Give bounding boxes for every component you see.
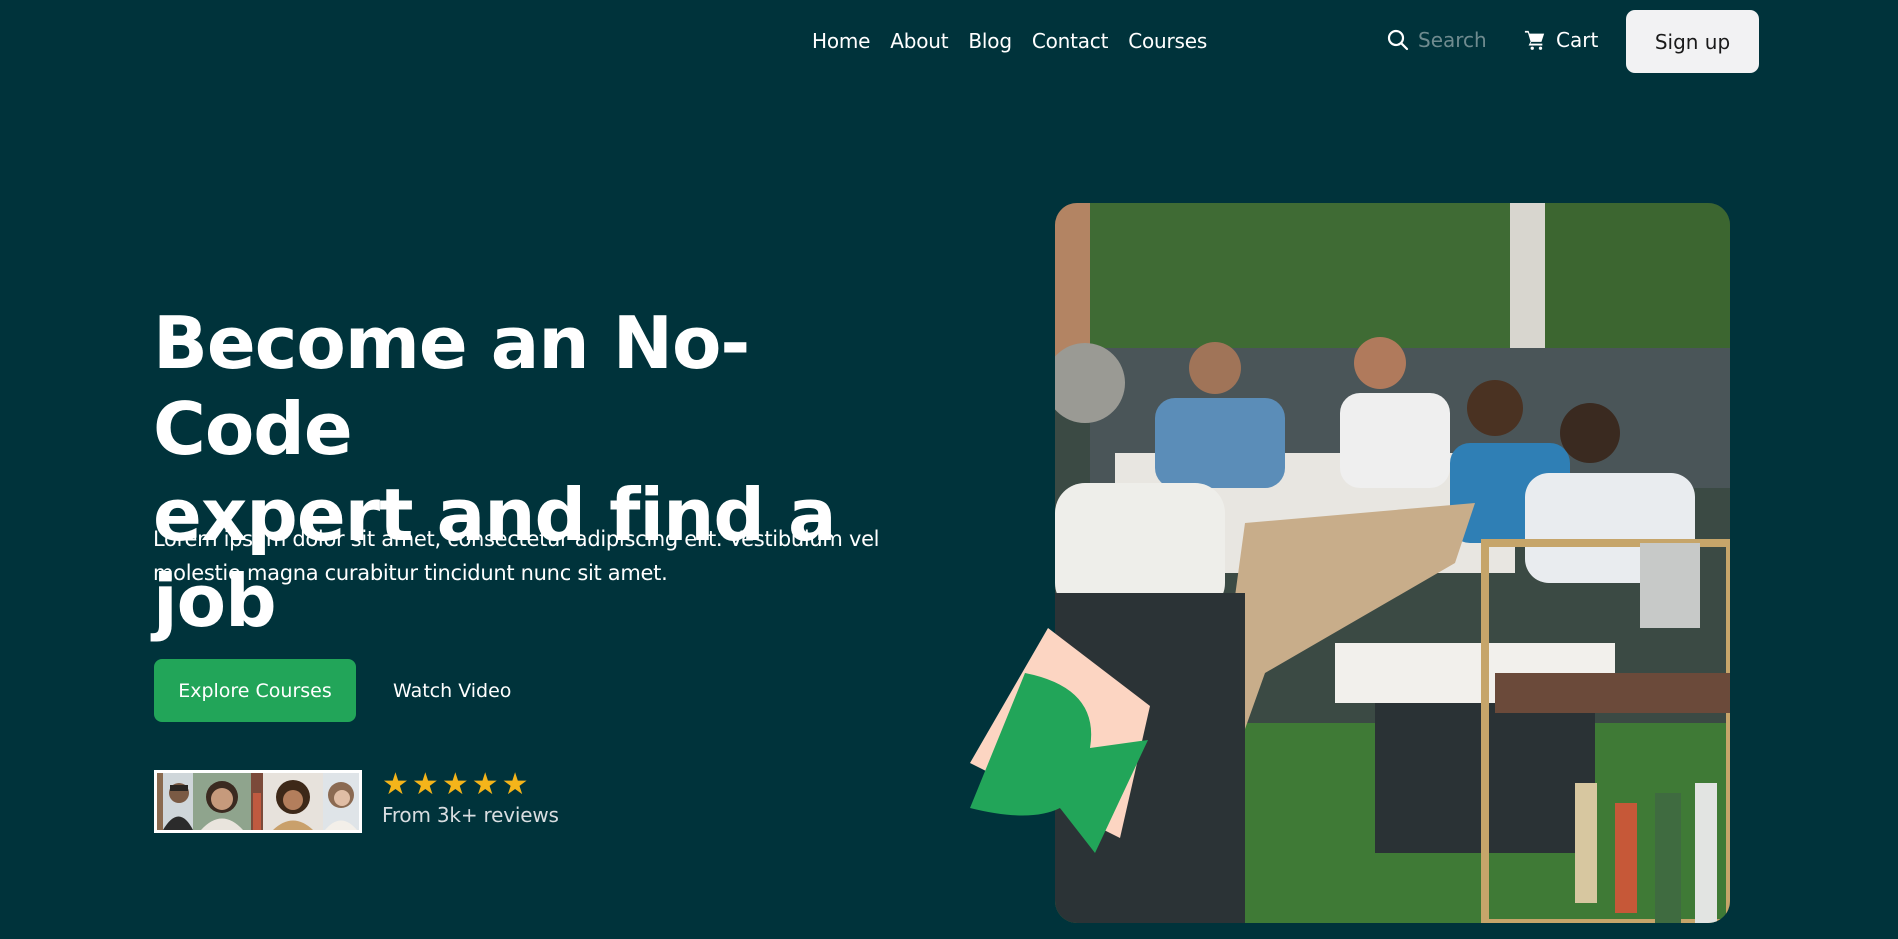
hero-title-line1: Become an No-Code (153, 301, 750, 471)
cart-label: Cart (1556, 28, 1599, 52)
hero-title: Become an No-Code expert and find a job (153, 300, 913, 644)
nav-links: Home About Blog Contact Courses (812, 28, 1207, 54)
search-box[interactable] (1386, 28, 1528, 52)
hero-description: Lorem ipsum dolor sit amet, consectetur … (153, 522, 893, 590)
star-icon: ★ (411, 767, 439, 802)
search-input[interactable] (1418, 28, 1528, 52)
hero-photo-illustration (1055, 203, 1730, 923)
cart-icon (1524, 30, 1545, 50)
hero-photo (1055, 203, 1730, 923)
decorative-shape (970, 628, 1150, 853)
top-navigation: Home About Blog Contact Courses Cart Sig… (0, 0, 1898, 84)
hero-description-line1: Lorem ipsum dolor sit amet, consectetur … (153, 527, 880, 551)
signup-button[interactable]: Sign up (1626, 10, 1759, 73)
nav-link-courses[interactable]: Courses (1128, 28, 1207, 54)
hero-description-line2: molestie magna curabitur tincidunt nunc … (153, 561, 668, 585)
cart-link[interactable]: Cart (1524, 28, 1598, 52)
explore-courses-button[interactable]: Explore Courses (154, 659, 356, 722)
nav-link-about[interactable]: About (890, 28, 948, 54)
nav-link-contact[interactable]: Contact (1032, 28, 1109, 54)
rating-stars: ★ ★ ★ ★ ★ (382, 770, 559, 800)
star-icon: ★ (441, 767, 469, 802)
watch-video-button[interactable]: Watch Video (393, 659, 511, 722)
reviews-count: From 3k+ reviews (382, 803, 559, 827)
search-icon (1387, 29, 1409, 51)
avatar-4 (263, 773, 323, 830)
avatar-5 (323, 773, 359, 830)
avatar-3 (251, 773, 263, 830)
star-icon: ★ (471, 767, 499, 802)
avatar-2 (193, 773, 251, 830)
star-icon: ★ (382, 767, 409, 802)
nav-link-home[interactable]: Home (812, 28, 870, 54)
reviewer-avatars (154, 770, 362, 833)
nav-link-blog[interactable]: Blog (968, 28, 1012, 54)
avatar-1 (157, 773, 193, 830)
star-icon: ★ (501, 767, 529, 802)
rating-block: ★ ★ ★ ★ ★ From 3k+ reviews (382, 770, 559, 828)
